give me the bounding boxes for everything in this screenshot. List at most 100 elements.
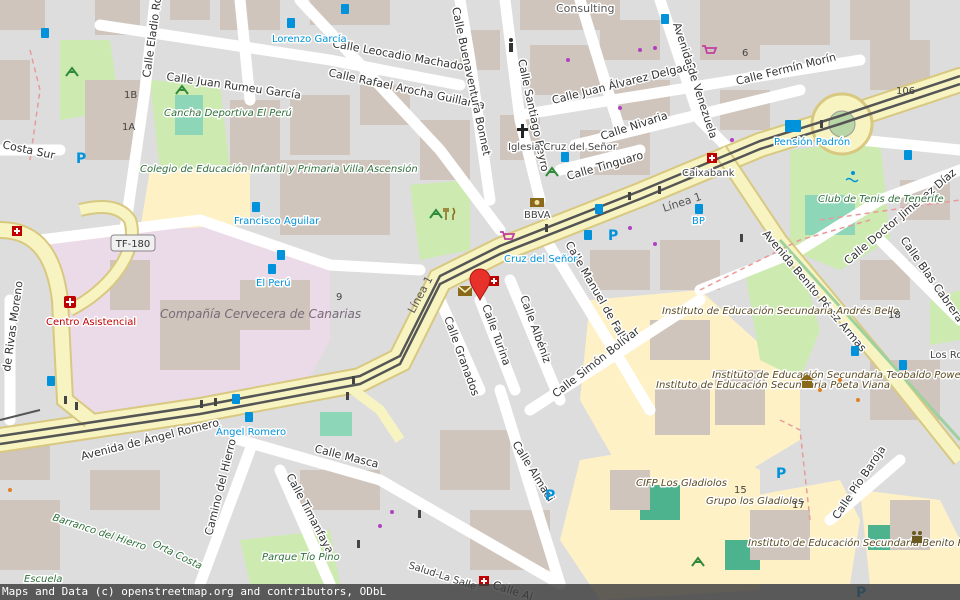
house-number: 9 <box>336 292 342 303</box>
bus-stop-icon[interactable] <box>268 264 276 274</box>
bus-stop-icon[interactable] <box>899 360 907 370</box>
bus-stop-icon[interactable] <box>287 18 295 28</box>
label-bp: BP <box>692 216 705 227</box>
map-canvas[interactable]: Calle Eladio Roca Calle Juan Rumeu Garcí… <box>0 0 960 600</box>
building <box>0 0 45 30</box>
traffic-signal <box>658 186 661 194</box>
label-consulting: Consulting <box>556 2 614 15</box>
building <box>170 0 210 20</box>
traffic-signal <box>740 234 743 242</box>
map-attribution: Maps and Data (c) openstreetmap.org and … <box>0 584 960 600</box>
traffic-signal <box>820 120 823 128</box>
building <box>700 0 760 60</box>
label-cifp: CIFP Los Gladiolos <box>636 478 727 489</box>
building-instituto <box>655 385 710 435</box>
bus-stop-icon[interactable] <box>245 412 253 422</box>
map-svg[interactable]: Calle Eladio Roca Calle Juan Rumeu Garcí… <box>0 0 960 600</box>
poi-dot <box>390 510 394 514</box>
road-shield-text: TF-180 <box>115 239 151 250</box>
bus-stop-icon[interactable] <box>661 14 669 24</box>
poi-dot <box>628 226 632 230</box>
label-ies-andres-bello: Instituto de Educación Secundaria Andrés… <box>662 305 899 317</box>
traffic-signal <box>545 224 548 232</box>
pharmacy-icon[interactable] <box>707 153 717 163</box>
pool <box>320 412 352 436</box>
label-caixabank: Caixabank <box>682 168 735 179</box>
poi-dot <box>818 388 822 392</box>
label-grupo-gladiolos: Grupo los Gladiolos <box>706 496 803 507</box>
bank-icon[interactable] <box>530 198 544 207</box>
traffic-signal <box>214 398 217 406</box>
hostel-icon[interactable] <box>785 120 801 132</box>
label-el-peru: El Perú <box>256 277 291 289</box>
house-number: 15 <box>734 485 747 496</box>
bus-stop-icon[interactable] <box>595 204 603 214</box>
poi-dot <box>8 488 12 492</box>
label-francisco-aguilar: Francisco Aguilar <box>234 216 320 227</box>
bus-stop-icon[interactable] <box>277 250 285 260</box>
traffic-signal <box>628 192 631 200</box>
traffic-signal <box>352 376 355 384</box>
building <box>0 60 30 120</box>
pharmacy-icon[interactable] <box>489 276 499 286</box>
bus-stop-icon[interactable] <box>904 150 912 160</box>
label-los-ros: Los Ros <box>930 350 960 361</box>
house-number: 1B <box>124 90 137 101</box>
house-number: 6 <box>742 48 748 59</box>
label-ies-benito: Instituto de Educación Secundaria Benito… <box>748 537 960 549</box>
poi-dot <box>618 106 622 110</box>
label-angel-romero: Ángel Romero <box>216 425 286 438</box>
bus-stop-icon[interactable] <box>232 394 240 404</box>
pharmacy-icon[interactable] <box>12 226 22 236</box>
bus-stop-icon[interactable] <box>584 230 592 240</box>
building <box>850 0 910 40</box>
traffic-signal <box>418 510 421 518</box>
parking-icon[interactable]: P <box>545 488 555 504</box>
parking-icon[interactable]: P <box>608 228 618 244</box>
bus-stop-icon[interactable] <box>341 4 349 14</box>
house-number: 18 <box>888 310 901 321</box>
poi-dot <box>653 46 657 50</box>
building-benito <box>750 510 810 560</box>
label-parque-tio-pino: Parque Tío Pino <box>262 551 340 563</box>
info-icon[interactable] <box>509 38 513 52</box>
traffic-signal <box>64 396 67 404</box>
house-number: 106 <box>896 86 915 97</box>
traffic-signal <box>75 402 78 410</box>
label-iglesia: Iglesia Cruz del Señor <box>508 142 618 153</box>
building <box>90 470 160 510</box>
bus-stop-icon[interactable] <box>41 28 49 38</box>
tf180-shield: TF-180 <box>110 234 156 252</box>
bus-stop-icon[interactable] <box>561 152 569 162</box>
label-bbva: BBVA <box>524 210 551 221</box>
label-compania: Compañía Cervecera de Canarias <box>160 307 361 321</box>
building <box>600 20 660 60</box>
label-cruz-del-senor: Cruz del Señor <box>504 254 578 265</box>
house-number: 17 <box>792 500 805 511</box>
clinic-icon[interactable] <box>64 296 76 308</box>
poi-dot <box>730 138 734 142</box>
building-cifp <box>610 470 650 510</box>
post-office-icon[interactable] <box>457 285 473 296</box>
parking-icon[interactable]: P <box>776 466 786 482</box>
traffic-signal <box>357 540 360 548</box>
label-lorenzo-garcia: Lorenzo García <box>272 33 347 45</box>
poi-dot <box>378 524 382 528</box>
building <box>0 500 60 570</box>
bus-stop-icon[interactable] <box>47 376 55 386</box>
traffic-signal <box>200 400 203 408</box>
poi-dot <box>566 58 570 62</box>
poi-dot <box>653 242 657 246</box>
label-cancha: Cancha Deportiva El Perú <box>164 107 292 119</box>
bus-stop-icon[interactable] <box>252 202 260 212</box>
traffic-signal <box>346 392 349 400</box>
building <box>440 430 510 490</box>
label-pension-padron: Pensión Padrón <box>774 136 850 148</box>
bus-stop-icon[interactable] <box>695 204 703 214</box>
label-club-tenis: Club de Tenis de Tenerife <box>818 194 944 205</box>
park-plaza <box>410 180 470 260</box>
parking-icon[interactable]: P <box>76 151 86 167</box>
poi-dot <box>838 378 842 382</box>
building <box>290 95 350 155</box>
bus-stop-icon[interactable] <box>851 346 859 356</box>
